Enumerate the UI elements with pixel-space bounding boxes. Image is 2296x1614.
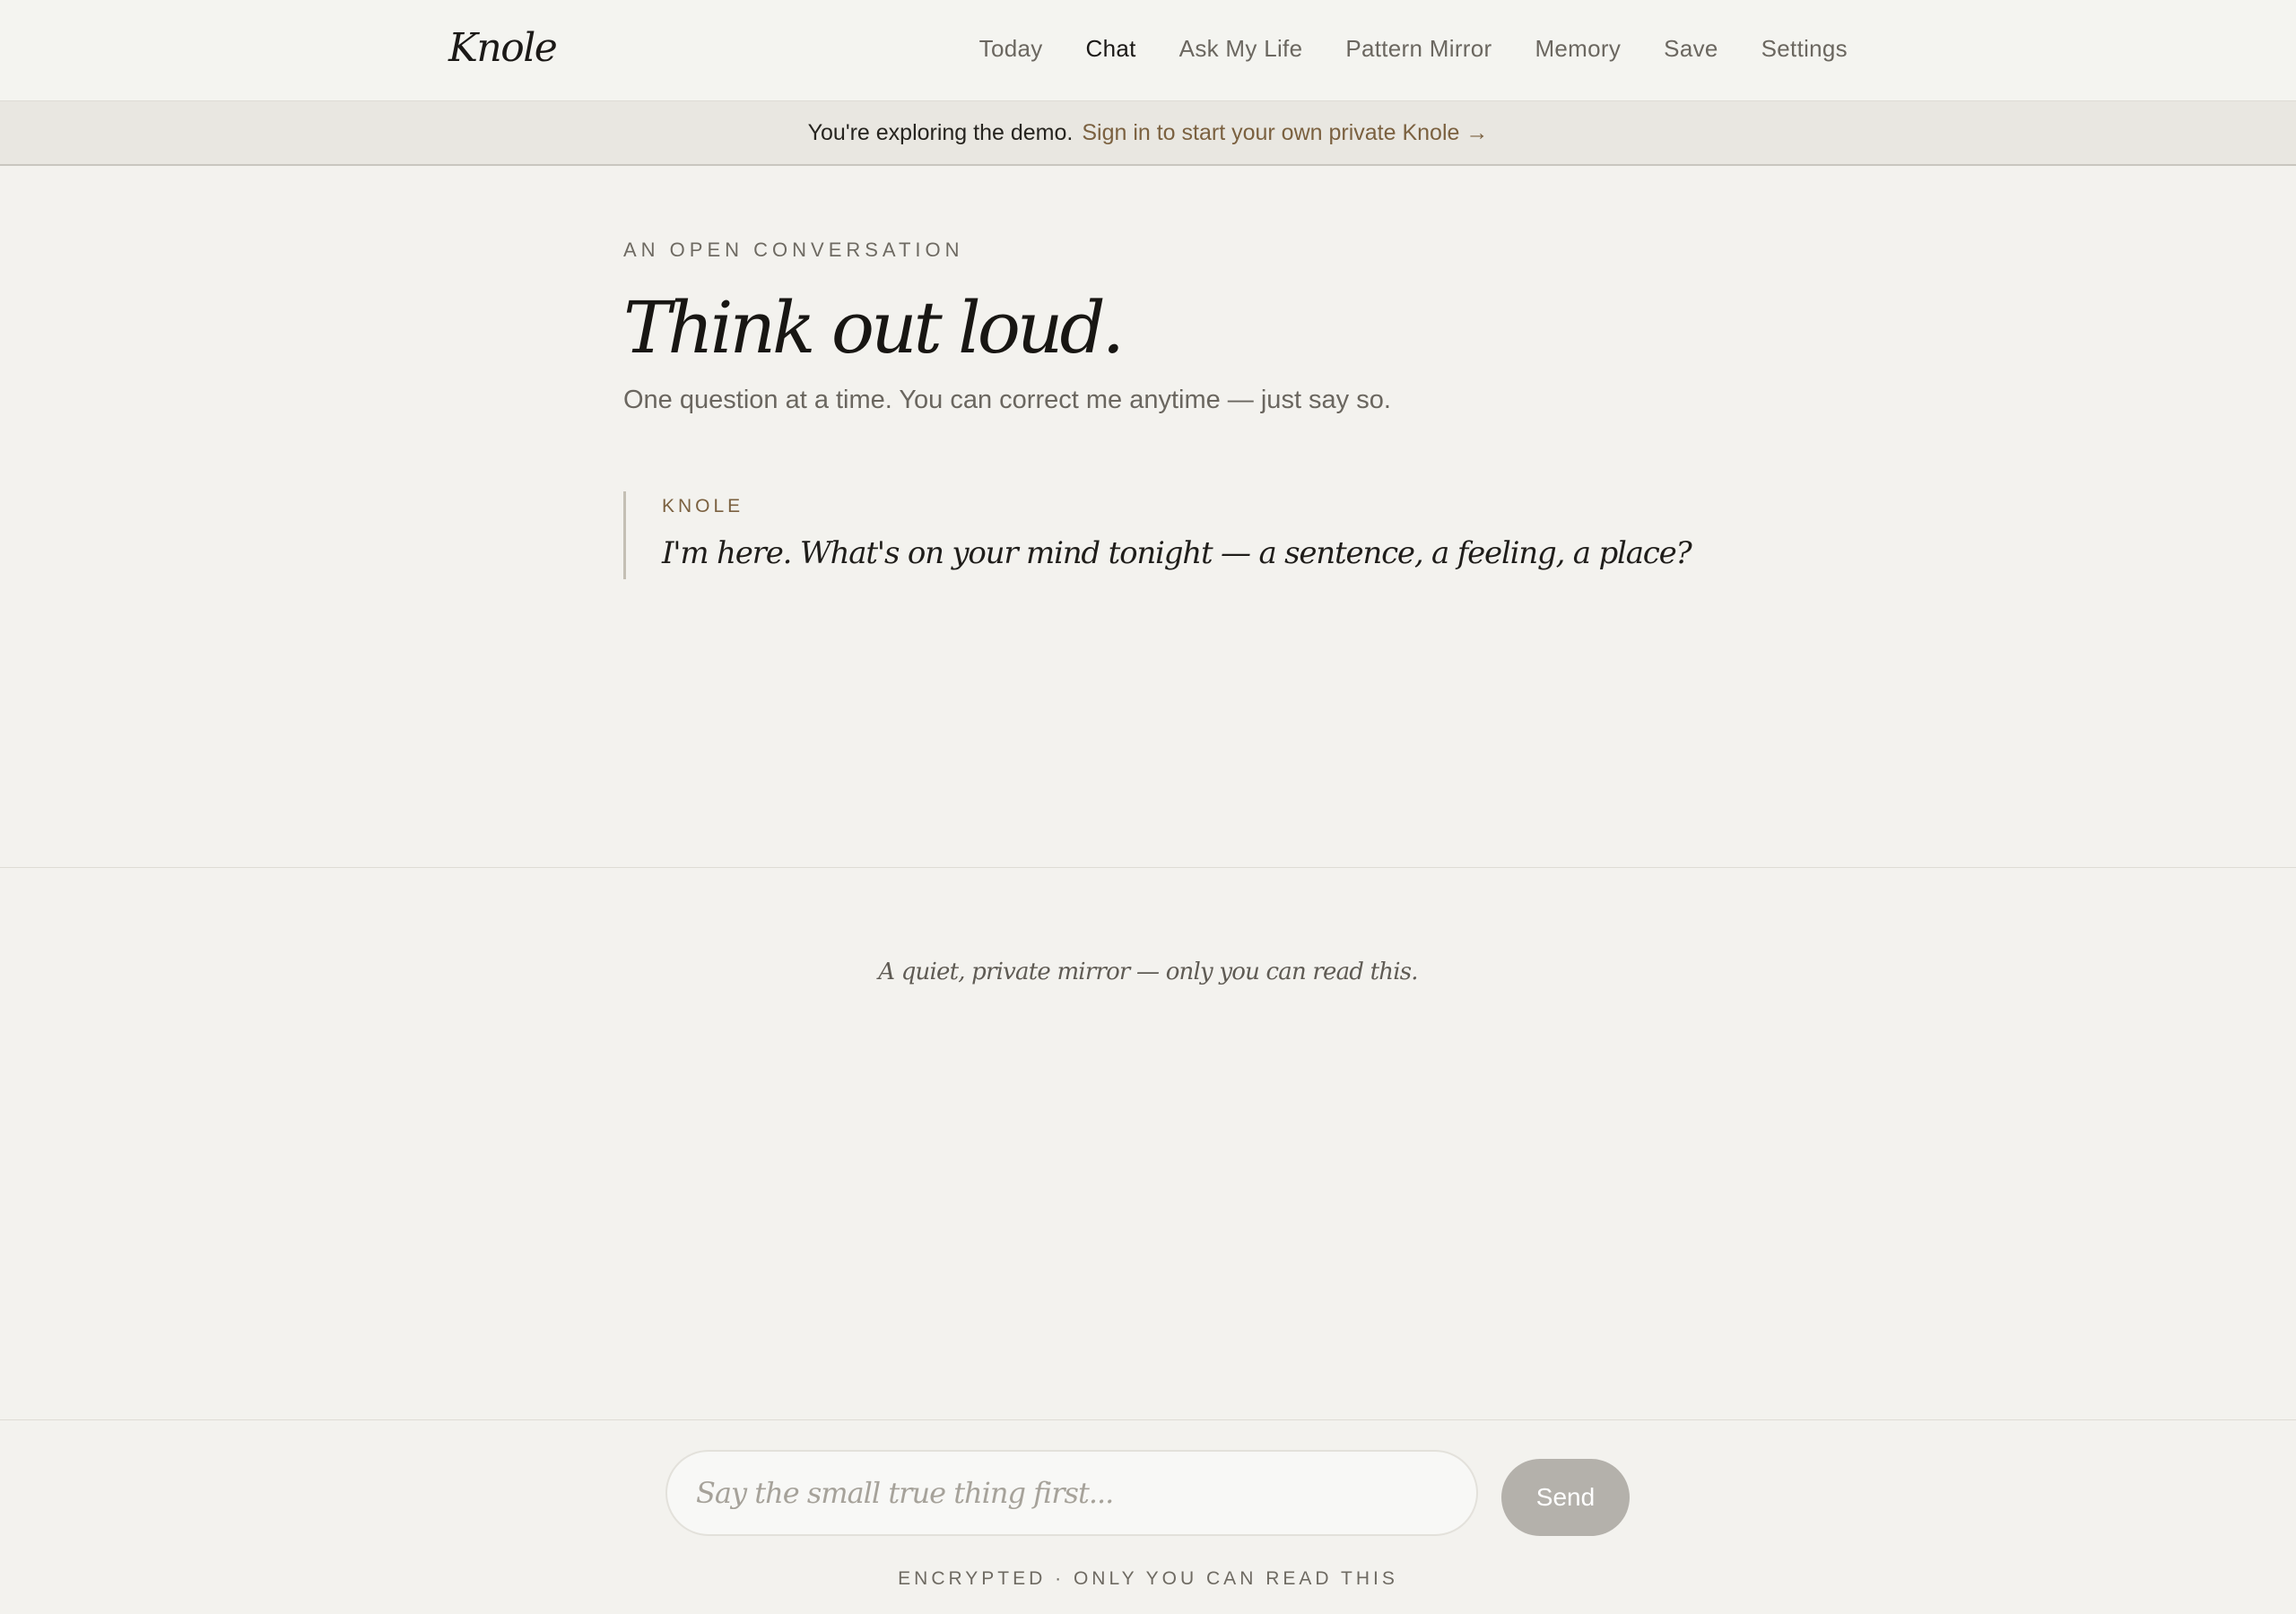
page-header: AN OPEN CONVERSATION Think out loud. One… (623, 235, 1700, 418)
nav-today[interactable]: Today (979, 32, 1043, 65)
page-subtitle: One question at a time. You can correct … (623, 386, 1391, 414)
top-nav: Knole Today Chat Ask My Life Pattern Mir… (0, 0, 2296, 101)
encryption-note: ENCRYPTED · ONLY YOU CAN READ THIS (898, 1568, 1398, 1589)
page-title: Think out loud. (623, 286, 1125, 369)
nav-settings[interactable]: Settings (1761, 32, 1848, 65)
page-eyebrow: AN OPEN CONVERSATION (623, 239, 964, 261)
message-input[interactable] (665, 1450, 1478, 1536)
privacy-note: A quiet, private mirror — only you can r… (878, 959, 1418, 985)
nav-save[interactable]: Save (1664, 32, 1718, 65)
nav-chat[interactable]: Chat (1086, 32, 1136, 65)
message-text: I'm here. What's on your mind tonight — … (662, 535, 1692, 571)
main-nav: Today Chat Ask My Life Pattern Mirror Me… (979, 32, 1848, 65)
nav-ask-my-life[interactable]: Ask My Life (1179, 32, 1303, 65)
message-composer: Send (665, 1450, 1630, 1538)
composer-divider (0, 1419, 2296, 1420)
demo-banner-text: You're exploring the demo. (807, 119, 1074, 145)
sign-in-link[interactable]: Sign in to start your own private Knole … (1082, 120, 1488, 146)
assistant-message: KNOLE I'm here. What's on your mind toni… (623, 491, 1692, 579)
send-button[interactable]: Send (1501, 1459, 1630, 1536)
app-logo[interactable]: Knole (448, 22, 558, 75)
message-author: KNOLE (662, 496, 744, 516)
demo-banner: You're exploring the demo. Sign in to st… (0, 101, 2296, 166)
nav-memory[interactable]: Memory (1535, 32, 1621, 65)
section-divider (0, 867, 2296, 868)
nav-pattern-mirror[interactable]: Pattern Mirror (1345, 32, 1492, 65)
